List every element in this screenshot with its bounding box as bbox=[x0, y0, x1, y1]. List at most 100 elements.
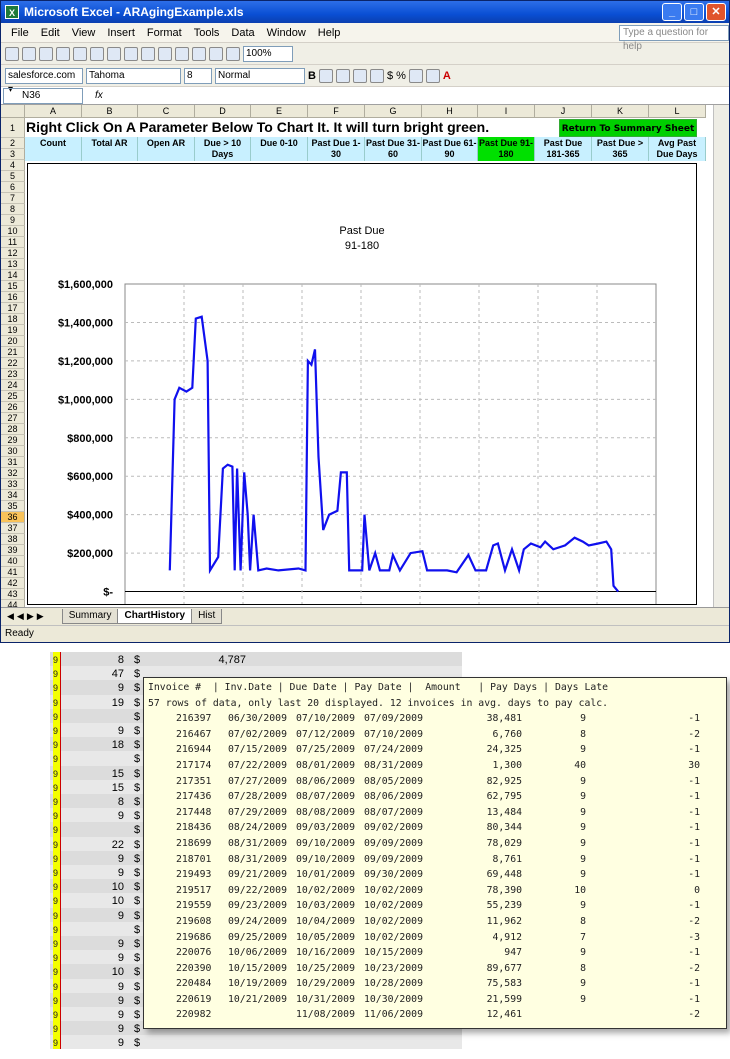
vertical-scrollbar[interactable] bbox=[713, 105, 729, 607]
param-due-10-days[interactable]: Due > 10 Days bbox=[195, 137, 251, 161]
column-header-D[interactable]: D bbox=[195, 105, 251, 118]
redo-icon[interactable] bbox=[175, 46, 189, 61]
row-header-30[interactable]: 30 bbox=[1, 446, 25, 457]
row-header-29[interactable]: 29 bbox=[1, 435, 25, 446]
sort-icon[interactable] bbox=[209, 46, 223, 61]
row-header-16[interactable]: 16 bbox=[1, 292, 25, 303]
row-header-43[interactable]: 43 bbox=[1, 589, 25, 600]
row-header-32[interactable]: 32 bbox=[1, 468, 25, 479]
row-header-37[interactable]: 37 bbox=[1, 523, 25, 534]
row-header-17[interactable]: 17 bbox=[1, 303, 25, 314]
indent-icon[interactable] bbox=[408, 68, 423, 83]
row-header-15[interactable]: 15 bbox=[1, 281, 25, 292]
param-avg-past-due-days[interactable]: Avg Past Due Days bbox=[649, 137, 706, 161]
row-header-3[interactable]: 3 bbox=[1, 149, 25, 160]
row-header-24[interactable]: 24 bbox=[1, 380, 25, 391]
column-header-G[interactable]: G bbox=[365, 105, 422, 118]
row-header-9[interactable]: 9 bbox=[1, 215, 25, 226]
preview-icon[interactable] bbox=[73, 46, 87, 61]
copy-icon[interactable] bbox=[124, 46, 138, 61]
column-header-J[interactable]: J bbox=[535, 105, 592, 118]
column-header-H[interactable]: H bbox=[422, 105, 478, 118]
row-header-28[interactable]: 28 bbox=[1, 424, 25, 435]
row-header-6[interactable]: 6 bbox=[1, 182, 25, 193]
save-icon[interactable] bbox=[39, 46, 53, 61]
row-header-38[interactable]: 38 bbox=[1, 534, 25, 545]
cut-icon[interactable] bbox=[107, 46, 121, 61]
print-icon[interactable] bbox=[56, 46, 70, 61]
align-right-icon[interactable] bbox=[352, 68, 367, 83]
minimize-button[interactable]: _ bbox=[662, 3, 682, 21]
close-button[interactable]: ✕ bbox=[706, 3, 726, 21]
row-header-35[interactable]: 35 bbox=[1, 501, 25, 512]
sheet-tab-charthistory[interactable]: ChartHistory bbox=[117, 609, 193, 624]
param-past-due-365[interactable]: Past Due > 365 bbox=[592, 137, 649, 161]
row-header-10[interactable]: 10 bbox=[1, 226, 25, 237]
tab-scroll-arrows[interactable]: ◀◀▶▶ bbox=[1, 611, 63, 622]
param-count[interactable]: Count bbox=[25, 137, 82, 161]
column-header-F[interactable]: F bbox=[308, 105, 365, 118]
menu-tools[interactable]: Tools bbox=[194, 27, 220, 39]
maximize-button[interactable]: □ bbox=[684, 3, 704, 21]
row-header-4[interactable]: 4 bbox=[1, 160, 25, 171]
row-header-11[interactable]: 11 bbox=[1, 237, 25, 248]
param-open-ar[interactable]: Open AR bbox=[138, 137, 195, 161]
menu-format[interactable]: Format bbox=[147, 27, 182, 39]
row-header-18[interactable]: 18 bbox=[1, 314, 25, 325]
row-header-39[interactable]: 39 bbox=[1, 545, 25, 556]
undo-icon[interactable] bbox=[158, 46, 172, 61]
row-header-19[interactable]: 19 bbox=[1, 325, 25, 336]
row-header-36[interactable]: 36 bbox=[1, 512, 25, 523]
column-header-A[interactable]: A bbox=[25, 105, 82, 118]
menu-edit[interactable]: Edit bbox=[41, 27, 60, 39]
row-header-41[interactable]: 41 bbox=[1, 567, 25, 578]
merge-icon[interactable] bbox=[369, 68, 384, 83]
spelling-icon[interactable] bbox=[90, 46, 104, 61]
column-header-L[interactable]: L bbox=[649, 105, 706, 118]
sum-icon[interactable] bbox=[192, 46, 206, 61]
param-total-ar[interactable]: Total AR bbox=[82, 137, 138, 161]
font-size-select[interactable]: 8 bbox=[184, 67, 212, 84]
row-header-21[interactable]: 21 bbox=[1, 347, 25, 358]
row-header-22[interactable]: 22 bbox=[1, 358, 25, 369]
row-header-2[interactable]: 2 bbox=[1, 138, 25, 149]
row-header-12[interactable]: 12 bbox=[1, 248, 25, 259]
param-past-due-61-90[interactable]: Past Due 61-90 bbox=[422, 137, 478, 161]
row-header-13[interactable]: 13 bbox=[1, 259, 25, 270]
row-header-27[interactable]: 27 bbox=[1, 413, 25, 424]
param-past-due-181-365[interactable]: Past Due 181-365 bbox=[535, 137, 592, 161]
open-icon[interactable] bbox=[22, 46, 36, 61]
row-header-5[interactable]: 5 bbox=[1, 171, 25, 182]
param-past-due-91-180[interactable]: Past Due 91-180 bbox=[478, 137, 535, 161]
menu-window[interactable]: Window bbox=[267, 27, 306, 39]
row-header-14[interactable]: 14 bbox=[1, 270, 25, 281]
param-past-due-31-60[interactable]: Past Due 31-60 bbox=[365, 137, 422, 161]
percent-icon[interactable]: % bbox=[396, 70, 406, 82]
menu-file[interactable]: File bbox=[11, 27, 29, 39]
sheet-tab-summary[interactable]: Summary bbox=[61, 609, 119, 624]
column-header-K[interactable]: K bbox=[592, 105, 649, 118]
bold-icon[interactable]: B bbox=[308, 70, 316, 82]
menu-insert[interactable]: Insert bbox=[107, 27, 135, 39]
row-header-8[interactable]: 8 bbox=[1, 204, 25, 215]
column-header-B[interactable]: B bbox=[82, 105, 138, 118]
row-header-31[interactable]: 31 bbox=[1, 457, 25, 468]
column-header-I[interactable]: I bbox=[478, 105, 535, 118]
column-header-C[interactable]: C bbox=[138, 105, 195, 118]
row-header-34[interactable]: 34 bbox=[1, 490, 25, 501]
help-search-input[interactable]: Type a question for help bbox=[619, 24, 729, 52]
return-to-summary-button[interactable]: Return To Summary Sheet bbox=[559, 119, 697, 137]
row-header-26[interactable]: 26 bbox=[1, 402, 25, 413]
style-select[interactable]: Normal bbox=[215, 67, 305, 84]
font-select[interactable]: Tahoma bbox=[86, 67, 181, 84]
worksheet-grid[interactable]: Right Click On A Parameter Below To Char… bbox=[1, 105, 713, 607]
title-bar[interactable]: X Microsoft Excel - ARAgingExample.xls _… bbox=[1, 1, 729, 23]
currency-icon[interactable]: $ bbox=[387, 70, 393, 82]
zoom-select[interactable]: 100% bbox=[243, 45, 293, 62]
row-header-25[interactable]: 25 bbox=[1, 391, 25, 402]
menu-data[interactable]: Data bbox=[231, 27, 254, 39]
column-header-E[interactable]: E bbox=[251, 105, 308, 118]
salesforce-menu[interactable]: salesforce.com ▾ bbox=[5, 67, 83, 95]
param-due-0-10[interactable]: Due 0-10 bbox=[251, 137, 308, 161]
menu-view[interactable]: View bbox=[72, 27, 96, 39]
